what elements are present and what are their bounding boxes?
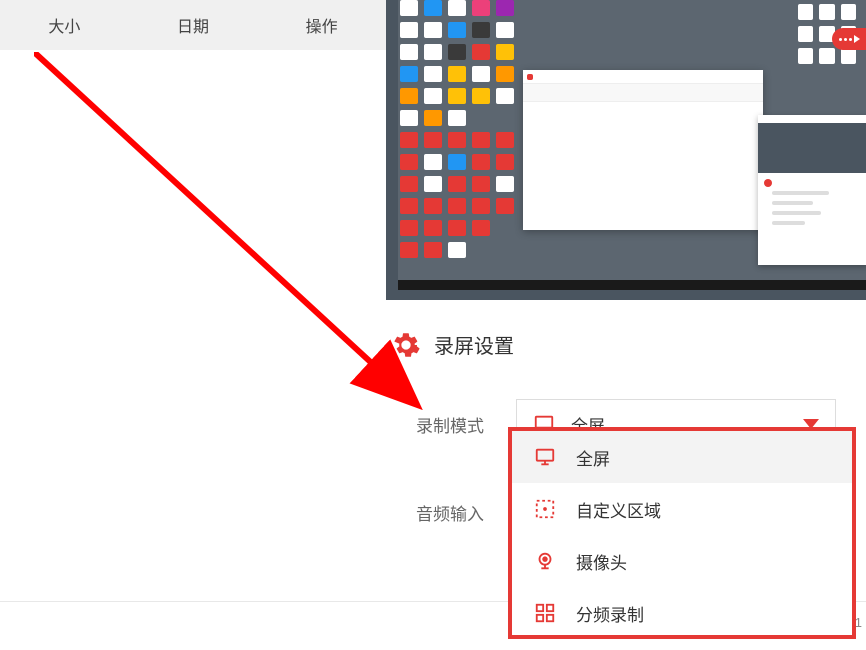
desktop-icon-grid	[398, 0, 528, 280]
webcam-icon	[534, 550, 556, 572]
tab-date[interactable]: 日期	[129, 0, 258, 50]
left-panel: 大小 日期 操作	[0, 0, 386, 650]
tab-header: 大小 日期 操作	[0, 0, 386, 50]
menu-item-label: 全屏	[576, 445, 610, 470]
monitor-icon	[534, 446, 556, 468]
menu-item-custom-area[interactable]: 自定义区域	[512, 483, 852, 535]
record-mode-label: 录制模式	[416, 412, 516, 437]
settings-title: 录屏设置	[434, 330, 514, 359]
menu-item-split-record[interactable]: 分频录制	[512, 587, 852, 639]
taskbar	[398, 280, 866, 290]
desktop-preview	[386, 0, 866, 300]
settings-header: 录屏设置	[392, 330, 846, 359]
record-mode-dropdown-menu: 全屏 自定义区域 摄像头 分频录制	[508, 427, 856, 639]
menu-item-label: 分频录制	[576, 601, 644, 626]
app-window-preview	[523, 70, 763, 230]
tab-size[interactable]: 大小	[0, 0, 129, 50]
grid-icon	[534, 602, 556, 624]
menu-item-fullscreen[interactable]: 全屏	[512, 431, 852, 483]
record-badge-icon	[832, 28, 866, 50]
tab-action[interactable]: 操作	[257, 0, 386, 50]
audio-input-label: 音频输入	[416, 500, 516, 525]
gear-icon	[392, 331, 420, 359]
menu-item-webcam[interactable]: 摄像头	[512, 535, 852, 587]
selection-icon	[534, 498, 556, 520]
settings-window-preview	[758, 115, 866, 265]
menu-item-label: 自定义区域	[576, 497, 661, 522]
menu-item-label: 摄像头	[576, 549, 627, 574]
